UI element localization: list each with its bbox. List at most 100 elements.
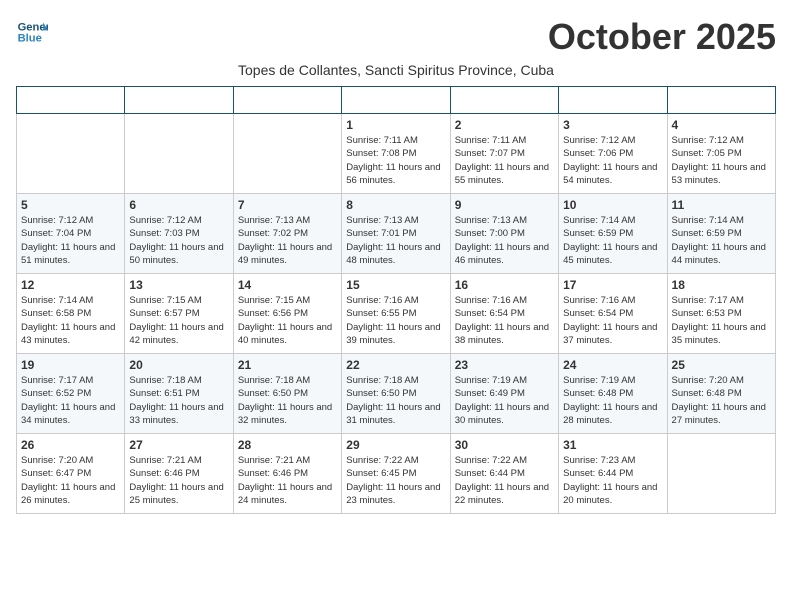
day-number: 17 [563, 278, 662, 292]
day-info: Sunrise: 7:21 AM Sunset: 6:46 PM Dayligh… [238, 454, 337, 507]
weekday-header-wednesday: Wednesday [342, 87, 450, 114]
day-number: 13 [129, 278, 228, 292]
day-number: 10 [563, 198, 662, 212]
calendar-cell: 23 Sunrise: 7:19 AM Sunset: 6:49 PM Dayli… [450, 354, 558, 434]
day-info: Sunrise: 7:16 AM Sunset: 6:54 PM Dayligh… [563, 294, 662, 347]
calendar-cell: 25 Sunrise: 7:20 AM Sunset: 6:48 PM Dayli… [667, 354, 775, 434]
calendar-cell: 28Sunrise: 7:21 AM Sunset: 6:46 PM Dayli… [233, 434, 341, 514]
day-number: 30 [455, 438, 554, 452]
day-number: 14 [238, 278, 337, 292]
calendar-cell: 29 Sunrise: 7:22 AM Sunset: 6:45 PM Dayli… [342, 434, 450, 514]
day-info: Sunrise: 7:14 AM Sunset: 6:59 PM Dayligh… [563, 214, 662, 267]
day-info: Sunrise: 7:21 AM Sunset: 6:46 PM Dayligh… [129, 454, 228, 507]
weekday-header-friday: Friday [559, 87, 667, 114]
day-info: Sunrise: 7:17 AM Sunset: 6:53 PM Dayligh… [672, 294, 771, 347]
day-number: 31 [563, 438, 662, 452]
calendar-cell: 6Sunrise: 7:12 AM Sunset: 7:03 PM Daylig… [125, 194, 233, 274]
day-info: Sunrise: 7:12 AM Sunset: 7:06 PM Dayligh… [563, 134, 662, 187]
calendar-week-row: 19Sunrise: 7:17 AM Sunset: 6:52 PM Dayli… [17, 354, 776, 434]
day-info: Sunrise: 7:15 AM Sunset: 6:56 PM Dayligh… [238, 294, 337, 347]
day-number: 3 [563, 118, 662, 132]
day-number: 2 [455, 118, 554, 132]
calendar-cell: 15Sunrise: 7:16 AM Sunset: 6:55 PM Dayli… [342, 274, 450, 354]
calendar-table: SundayMondayTuesdayWednesdayThursdayFrid… [16, 86, 776, 514]
calendar-cell: 2 Sunrise: 7:11 AM Sunset: 7:07 PM Daylig… [450, 114, 558, 194]
calendar-cell: 22Sunrise: 7:18 AM Sunset: 6:50 PM Dayli… [342, 354, 450, 434]
day-number: 24 [563, 358, 662, 372]
day-info: Sunrise: 7:11 AM Sunset: 7:07 PM Dayligh… [455, 134, 554, 187]
day-info: Sunrise: 7:20 AM Sunset: 6:48 PM Dayligh… [672, 374, 771, 427]
day-number: 11 [672, 198, 771, 212]
day-info: Sunrise: 7:13 AM Sunset: 7:00 PM Dayligh… [455, 214, 554, 267]
day-info: Sunrise: 7:12 AM Sunset: 7:05 PM Dayligh… [672, 134, 771, 187]
calendar-cell: 30 Sunrise: 7:22 AM Sunset: 6:44 PM Dayli… [450, 434, 558, 514]
day-number: 9 [455, 198, 554, 212]
calendar-cell: 20 Sunrise: 7:18 AM Sunset: 6:51 PM Dayli… [125, 354, 233, 434]
calendar-cell: 8 Sunrise: 7:13 AM Sunset: 7:01 PM Daylig… [342, 194, 450, 274]
weekday-header-saturday: Saturday [667, 87, 775, 114]
calendar-cell: 5 Sunrise: 7:12 AM Sunset: 7:04 PM Daylig… [17, 194, 125, 274]
svg-text:Blue: Blue [18, 33, 42, 45]
calendar-week-row: 1 Sunrise: 7:11 AM Sunset: 7:08 PM Daylig… [17, 114, 776, 194]
day-info: Sunrise: 7:19 AM Sunset: 6:49 PM Dayligh… [455, 374, 554, 427]
calendar-cell [667, 434, 775, 514]
day-info: Sunrise: 7:23 AM Sunset: 6:44 PM Dayligh… [563, 454, 662, 507]
calendar-cell: 18 Sunrise: 7:17 AM Sunset: 6:53 PM Dayli… [667, 274, 775, 354]
calendar-cell [17, 114, 125, 194]
page-header: General Blue October 2025 [16, 16, 776, 58]
calendar-cell [125, 114, 233, 194]
day-number: 25 [672, 358, 771, 372]
day-info: Sunrise: 7:11 AM Sunset: 7:08 PM Dayligh… [346, 134, 445, 187]
calendar-cell: 17 Sunrise: 7:16 AM Sunset: 6:54 PM Dayli… [559, 274, 667, 354]
calendar-week-row: 26 Sunrise: 7:20 AM Sunset: 6:47 PM Dayli… [17, 434, 776, 514]
calendar-cell: 21 Sunrise: 7:18 AM Sunset: 6:50 PM Dayli… [233, 354, 341, 434]
day-number: 12 [21, 278, 120, 292]
day-number: 8 [346, 198, 445, 212]
day-number: 29 [346, 438, 445, 452]
day-number: 23 [455, 358, 554, 372]
calendar-cell: 31 Sunrise: 7:23 AM Sunset: 6:44 PM Dayli… [559, 434, 667, 514]
calendar-cell: 27 Sunrise: 7:21 AM Sunset: 6:46 PM Dayli… [125, 434, 233, 514]
day-number: 27 [129, 438, 228, 452]
calendar-cell: 24 Sunrise: 7:19 AM Sunset: 6:48 PM Dayli… [559, 354, 667, 434]
day-number: 26 [21, 438, 120, 452]
day-number: 18 [672, 278, 771, 292]
weekday-header-sunday: Sunday [17, 87, 125, 114]
day-info: Sunrise: 7:14 AM Sunset: 6:59 PM Dayligh… [672, 214, 771, 267]
day-number: 6 [129, 198, 228, 212]
calendar-cell: 10 Sunrise: 7:14 AM Sunset: 6:59 PM Dayli… [559, 194, 667, 274]
day-number: 7 [238, 198, 337, 212]
calendar-cell: 7Sunrise: 7:13 AM Sunset: 7:02 PM Daylig… [233, 194, 341, 274]
calendar-cell: 13Sunrise: 7:15 AM Sunset: 6:57 PM Dayli… [125, 274, 233, 354]
day-info: Sunrise: 7:12 AM Sunset: 7:04 PM Dayligh… [21, 214, 120, 267]
logo-icon: General Blue [16, 16, 48, 48]
day-number: 21 [238, 358, 337, 372]
calendar-week-row: 5 Sunrise: 7:12 AM Sunset: 7:04 PM Daylig… [17, 194, 776, 274]
logo: General Blue [16, 16, 48, 48]
day-number: 20 [129, 358, 228, 372]
day-info: Sunrise: 7:22 AM Sunset: 6:44 PM Dayligh… [455, 454, 554, 507]
day-info: Sunrise: 7:18 AM Sunset: 6:51 PM Dayligh… [129, 374, 228, 427]
day-number: 1 [346, 118, 445, 132]
day-info: Sunrise: 7:22 AM Sunset: 6:45 PM Dayligh… [346, 454, 445, 507]
calendar-cell: 11 Sunrise: 7:14 AM Sunset: 6:59 PM Dayli… [667, 194, 775, 274]
weekday-header-thursday: Thursday [450, 87, 558, 114]
day-info: Sunrise: 7:18 AM Sunset: 6:50 PM Dayligh… [238, 374, 337, 427]
day-number: 15 [346, 278, 445, 292]
weekday-header-tuesday: Tuesday [233, 87, 341, 114]
calendar-cell: 16Sunrise: 7:16 AM Sunset: 6:54 PM Dayli… [450, 274, 558, 354]
calendar-cell: 1 Sunrise: 7:11 AM Sunset: 7:08 PM Daylig… [342, 114, 450, 194]
day-info: Sunrise: 7:20 AM Sunset: 6:47 PM Dayligh… [21, 454, 120, 507]
day-number: 4 [672, 118, 771, 132]
calendar-cell [233, 114, 341, 194]
day-info: Sunrise: 7:19 AM Sunset: 6:48 PM Dayligh… [563, 374, 662, 427]
weekday-header-monday: Monday [125, 87, 233, 114]
day-number: 5 [21, 198, 120, 212]
calendar-cell: 26 Sunrise: 7:20 AM Sunset: 6:47 PM Dayli… [17, 434, 125, 514]
calendar-subtitle: Topes de Collantes, Sancti Spiritus Prov… [16, 62, 776, 78]
month-title: October 2025 [548, 16, 776, 58]
weekday-header-row: SundayMondayTuesdayWednesdayThursdayFrid… [17, 87, 776, 114]
calendar-cell: 12Sunrise: 7:14 AM Sunset: 6:58 PM Dayli… [17, 274, 125, 354]
calendar-cell: 14 Sunrise: 7:15 AM Sunset: 6:56 PM Dayli… [233, 274, 341, 354]
day-info: Sunrise: 7:13 AM Sunset: 7:01 PM Dayligh… [346, 214, 445, 267]
